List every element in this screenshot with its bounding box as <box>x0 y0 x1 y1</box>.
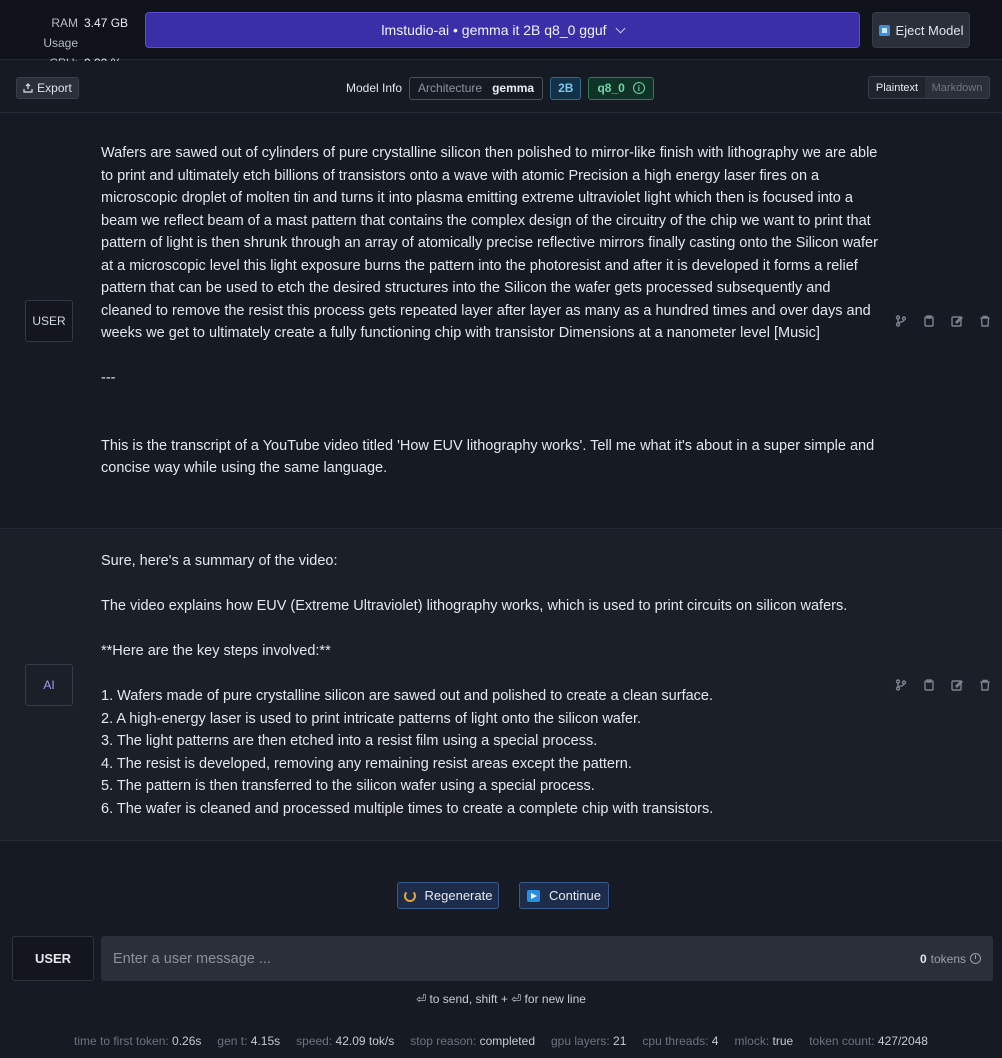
role-badge-ai[interactable]: AI <box>25 664 73 706</box>
send-hint: ⏎ to send, shift + ⏎ for new line <box>416 992 586 1006</box>
copy-icon[interactable] <box>921 677 937 693</box>
regenerate-button[interactable]: Regenerate <box>397 882 499 909</box>
message-input[interactable] <box>113 950 920 967</box>
chat-header: Export Model Info Architecture gemma 2B … <box>0 61 1002 113</box>
eject-model-button[interactable]: Eject Model <box>872 12 970 48</box>
token-count: 0 <box>919 951 927 966</box>
token-label: tokens <box>930 951 966 966</box>
generation-stats: time to first token: 0.26s gen t: 4.15s … <box>0 1034 1002 1048</box>
regenerate-icon <box>403 889 416 902</box>
branch-icon[interactable] <box>893 677 909 693</box>
trash-icon[interactable] <box>977 313 993 329</box>
architecture-badge: Architecture gemma <box>409 76 544 100</box>
message-actions <box>893 313 993 329</box>
format-toggle[interactable]: Plaintext Markdown <box>868 76 990 99</box>
export-label: Export <box>37 81 72 95</box>
quant-label: q8_0 <box>597 81 625 95</box>
ram-label: RAM Usage <box>43 16 78 50</box>
architecture-value: gemma <box>492 81 535 95</box>
architecture-key: Architecture <box>418 81 483 95</box>
composer: 0 tokens <box>101 936 993 981</box>
message-ai: AI Sure, here's a summary of the video: … <box>0 530 1002 841</box>
stat-token-count: token count: 427/2048 <box>809 1034 928 1048</box>
stat-speed: speed: 42.09 tok/s <box>296 1034 395 1048</box>
stat-cpu-threads: cpu threads: 4 <box>642 1034 719 1048</box>
regenerate-label: Regenerate <box>424 888 493 903</box>
message-actions <box>893 677 993 693</box>
format-markdown[interactable]: Markdown <box>925 77 989 98</box>
continue-button[interactable]: Continue <box>519 882 609 909</box>
stat-stop-reason: stop reason: completed <box>410 1034 535 1048</box>
ram-value: 3.47 GB <box>84 16 129 30</box>
message-user: USER Wafers are sawed out of cylinders o… <box>0 114 1002 529</box>
composer-role-toggle[interactable]: USER <box>12 936 94 981</box>
eject-icon <box>878 24 890 36</box>
params-badge: 2B <box>550 76 582 100</box>
branch-icon[interactable] <box>893 313 909 329</box>
continue-label: Continue <box>548 888 602 903</box>
stat-ttft: time to first token: 0.26s <box>74 1034 202 1048</box>
model-selector[interactable]: lmstudio-ai • gemma it 2B q8_0 gguf <box>145 12 860 48</box>
info-icon[interactable]: i <box>632 82 645 94</box>
top-bar: RAM Usage3.47 GB CPU:0.00 % lmstudio-ai … <box>0 0 1002 70</box>
model-info: Model Info Architecture gemma 2B q8_0 i <box>346 76 654 100</box>
clock-icon <box>970 953 981 964</box>
token-counter: 0 tokens <box>920 952 981 966</box>
message-text[interactable]: Wafers are sawed out of cylinders of pur… <box>101 142 881 480</box>
stat-gen-time: gen t: 4.15s <box>217 1034 281 1048</box>
edit-icon[interactable] <box>949 313 965 329</box>
stat-mlock: mlock: true <box>734 1034 794 1048</box>
export-icon <box>23 83 33 93</box>
format-plaintext[interactable]: Plaintext <box>869 77 925 98</box>
continue-icon <box>526 889 540 902</box>
trash-icon[interactable] <box>977 677 993 693</box>
chevron-down-icon <box>615 23 626 33</box>
export-button[interactable]: Export <box>16 77 79 99</box>
role-badge-user[interactable]: USER <box>25 300 73 342</box>
stat-gpu-layers: gpu layers: 21 <box>551 1034 627 1048</box>
copy-icon[interactable] <box>921 313 937 329</box>
eject-label: Eject Model <box>895 22 964 38</box>
model-name: lmstudio-ai • gemma it 2B q8_0 gguf <box>381 22 607 38</box>
model-info-label: Model Info <box>346 81 403 95</box>
edit-icon[interactable] <box>949 677 965 693</box>
message-text[interactable]: Sure, here's a summary of the video: The… <box>101 550 881 820</box>
quant-badge[interactable]: q8_0 i <box>588 76 654 100</box>
